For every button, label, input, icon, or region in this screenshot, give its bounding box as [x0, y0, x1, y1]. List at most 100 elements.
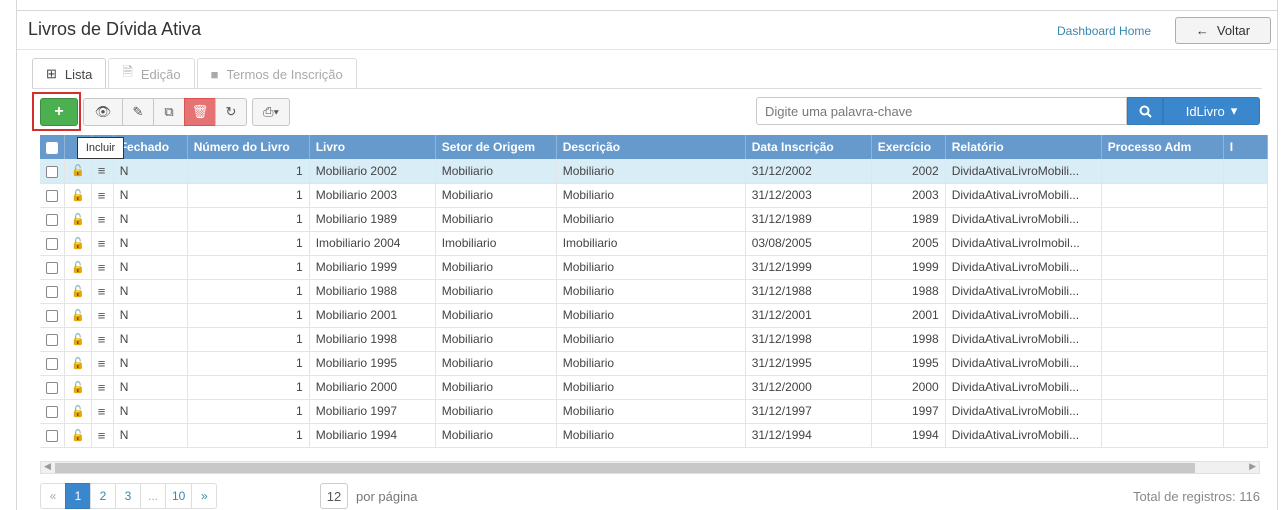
table-row[interactable]: 🔓 ≡ N 1 Mobiliario 1999 Mobiliario Mobiliario 3… [40, 255, 1268, 280]
dashboard-home-link[interactable]: Dashboard Home [1057, 24, 1151, 38]
unlock-icon[interactable]: 🔓 [64, 183, 92, 208]
unlock-icon[interactable]: 🔓 [64, 255, 92, 280]
table-row[interactable]: 🔓 ≡ N 1 Mobiliario 1998 Mobiliario Mobiliario 3… [40, 327, 1268, 352]
column-header-numero-livro[interactable]: Número do Livro [187, 135, 310, 159]
table-row[interactable]: 🔓 ≡ N 1 Mobiliario 2003 Mobiliario Mobiliario 3… [40, 183, 1268, 208]
select-all-checkbox[interactable] [40, 135, 65, 159]
column-header-livro[interactable]: Livro [309, 135, 436, 159]
page-button[interactable]: 10 [165, 483, 193, 509]
menu-icon[interactable]: ≡ [91, 423, 114, 448]
unlock-icon[interactable]: 🔓 [64, 351, 92, 376]
row-checkbox[interactable] [40, 351, 65, 376]
cell-exercicio: 1998 [871, 327, 946, 352]
unlock-icon[interactable]: 🔓 [64, 279, 92, 304]
cell-descricao: Mobiliario [556, 375, 746, 400]
cell-extra [1223, 279, 1268, 304]
table-row[interactable]: 🔓 ≡ N 1 Mobiliario 2002 Mobiliario Mobiliario 3… [40, 159, 1268, 184]
menu-icon[interactable]: ≡ [91, 279, 114, 304]
row-checkbox[interactable] [40, 375, 65, 400]
scroll-right-icon[interactable]: ▶ [1249, 461, 1256, 472]
unlock-icon[interactable]: 🔓 [64, 159, 92, 184]
menu-icon[interactable]: ≡ [91, 399, 114, 424]
cell-relatorio: DividaAtivaLivroMobili... [945, 351, 1102, 376]
column-header-setor-origem[interactable]: Setor de Origem [435, 135, 557, 159]
unlock-icon[interactable]: 🔓 [64, 303, 92, 328]
page-button[interactable]: 2 [90, 483, 116, 509]
row-checkbox[interactable] [40, 183, 65, 208]
column-header-processo-adm[interactable]: Processo Adm [1101, 135, 1224, 159]
row-checkbox[interactable] [40, 159, 65, 184]
scrollbar-thumb[interactable] [55, 463, 1195, 473]
print-icon[interactable]: ⎙▾ [252, 98, 290, 126]
row-checkbox[interactable] [40, 327, 65, 352]
search-field-dropdown[interactable]: IdLivro ▾ [1163, 97, 1260, 125]
search-input[interactable] [756, 97, 1127, 125]
cell-numero-livro: 1 [187, 423, 310, 448]
menu-icon[interactable]: ≡ [91, 255, 114, 280]
copy-icon[interactable]: ⧉ [153, 98, 185, 126]
table-row[interactable]: 🔓 ≡ N 1 Mobiliario 2000 Mobiliario Mobiliario 3… [40, 375, 1268, 400]
eye-icon[interactable]: 👁 [83, 98, 123, 126]
pagination: « 1 2 3 ... 10 » [40, 483, 218, 509]
first-page-button[interactable]: « [40, 483, 66, 509]
column-header-relatorio[interactable]: Relatório [945, 135, 1102, 159]
tab-edicao[interactable]: 🗎 Edição [108, 58, 195, 89]
cell-processo-adm [1101, 231, 1224, 256]
refresh-icon[interactable]: ↻ [215, 98, 247, 126]
column-header-descricao[interactable]: Descrição [556, 135, 746, 159]
next-page-button[interactable]: » [191, 483, 218, 509]
scroll-left-icon[interactable]: ◀ [44, 461, 51, 472]
menu-icon[interactable]: ≡ [91, 375, 114, 400]
unlock-icon[interactable]: 🔓 [64, 231, 92, 256]
cell-processo-adm [1101, 375, 1224, 400]
menu-icon[interactable]: ≡ [91, 207, 114, 232]
table-row[interactable]: 🔓 ≡ N 1 Imobiliario 2004 Imobiliario Imobiliar… [40, 231, 1268, 256]
search-icon[interactable] [1127, 97, 1163, 125]
cell-livro: Mobiliario 1995 [309, 351, 436, 376]
table-row[interactable]: 🔓 ≡ N 1 Mobiliario 2001 Mobiliario Mobiliario 3… [40, 303, 1268, 328]
column-header-exercicio[interactable]: Exercício [871, 135, 946, 159]
back-button[interactable]: ← Voltar [1175, 17, 1271, 44]
column-header-data-inscricao[interactable]: Data Inscrição [745, 135, 872, 159]
unlock-icon[interactable]: 🔓 [64, 423, 92, 448]
pencil-icon[interactable]: ✎ [122, 98, 154, 126]
trash-icon[interactable]: 🗑 [184, 98, 216, 126]
table-row[interactable]: 🔓 ≡ N 1 Mobiliario 1997 Mobiliario Mobiliario 3… [40, 399, 1268, 424]
menu-icon[interactable]: ≡ [91, 327, 114, 352]
column-header-i[interactable]: I [1223, 135, 1268, 159]
row-checkbox[interactable] [40, 423, 65, 448]
cell-data-inscricao: 31/12/1998 [745, 327, 872, 352]
cell-data-inscricao: 31/12/2001 [745, 303, 872, 328]
unlock-icon[interactable]: 🔓 [64, 375, 92, 400]
unlock-icon[interactable]: 🔓 [64, 399, 92, 424]
row-checkbox[interactable] [40, 303, 65, 328]
cell-setor-origem: Mobiliario [435, 351, 557, 376]
unlock-icon[interactable]: 🔓 [64, 207, 92, 232]
page-button[interactable]: 3 [115, 483, 141, 509]
menu-icon[interactable]: ≡ [91, 183, 114, 208]
cell-data-inscricao: 31/12/2002 [745, 159, 872, 184]
row-checkbox[interactable] [40, 255, 65, 280]
menu-icon[interactable]: ≡ [91, 159, 114, 184]
tab-lista[interactable]: ⊞ Lista [32, 58, 107, 89]
per-page-label: por página [356, 488, 418, 504]
page-button[interactable]: 1 [65, 483, 91, 509]
tab-termos-inscricao[interactable]: ■ Termos de Inscrição [196, 58, 357, 89]
menu-icon[interactable]: ≡ [91, 303, 114, 328]
row-checkbox[interactable] [40, 399, 65, 424]
table-row[interactable]: 🔓 ≡ N 1 Mobiliario 1994 Mobiliario Mobiliario 3… [40, 423, 1268, 448]
table-row[interactable]: 🔓 ≡ N 1 Mobiliario 1995 Mobiliario Mobiliario 3… [40, 351, 1268, 376]
column-header-fechado[interactable]: Fechado [113, 135, 188, 159]
table-row[interactable]: 🔓 ≡ N 1 Mobiliario 1989 Mobiliario Mobiliario 3… [40, 207, 1268, 232]
per-page-select[interactable]: 12 [320, 483, 348, 509]
menu-icon[interactable]: ≡ [91, 231, 114, 256]
table-row[interactable]: 🔓 ≡ N 1 Mobiliario 1988 Mobiliario Mobiliario 3… [40, 279, 1268, 304]
menu-icon[interactable]: ≡ [91, 351, 114, 376]
row-checkbox[interactable] [40, 279, 65, 304]
row-checkbox[interactable] [40, 207, 65, 232]
horizontal-scrollbar[interactable]: ◀ ▶ [40, 461, 1260, 474]
cell-descricao: Mobiliario [556, 159, 746, 184]
row-checkbox[interactable] [40, 231, 65, 256]
unlock-icon[interactable]: 🔓 [64, 327, 92, 352]
cell-descricao: Mobiliario [556, 207, 746, 232]
